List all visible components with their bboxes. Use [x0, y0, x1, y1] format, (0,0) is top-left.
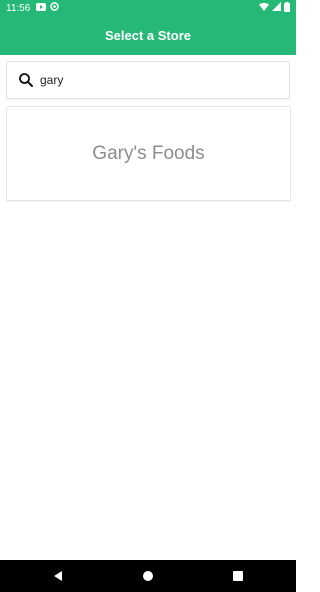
search-box[interactable] — [6, 61, 290, 99]
search-icon — [18, 72, 34, 88]
page-title: Select a Store — [105, 28, 191, 43]
app-bar: Select a Store — [0, 16, 296, 55]
signal-icon — [272, 2, 281, 14]
recents-icon[interactable] — [228, 566, 248, 586]
back-icon[interactable] — [48, 566, 68, 586]
youtube-icon — [36, 2, 47, 14]
battery-icon — [284, 1, 290, 15]
status-time: 11:56 — [6, 2, 31, 14]
screen: 11:56 Select a Store gary Gary's Foods — [0, 0, 296, 592]
status-right-icons — [259, 1, 290, 15]
search-input[interactable] — [40, 73, 280, 87]
home-icon[interactable] — [138, 566, 158, 586]
store-card[interactable]: Gary's Foods — [6, 106, 291, 201]
wifi-icon — [259, 2, 269, 14]
store-name: Gary's Foods — [92, 142, 205, 164]
nav-bar — [0, 560, 296, 592]
circle-notification-icon — [50, 2, 60, 14]
status-bar: 11:56 — [0, 0, 296, 16]
status-left-icons — [36, 2, 60, 14]
